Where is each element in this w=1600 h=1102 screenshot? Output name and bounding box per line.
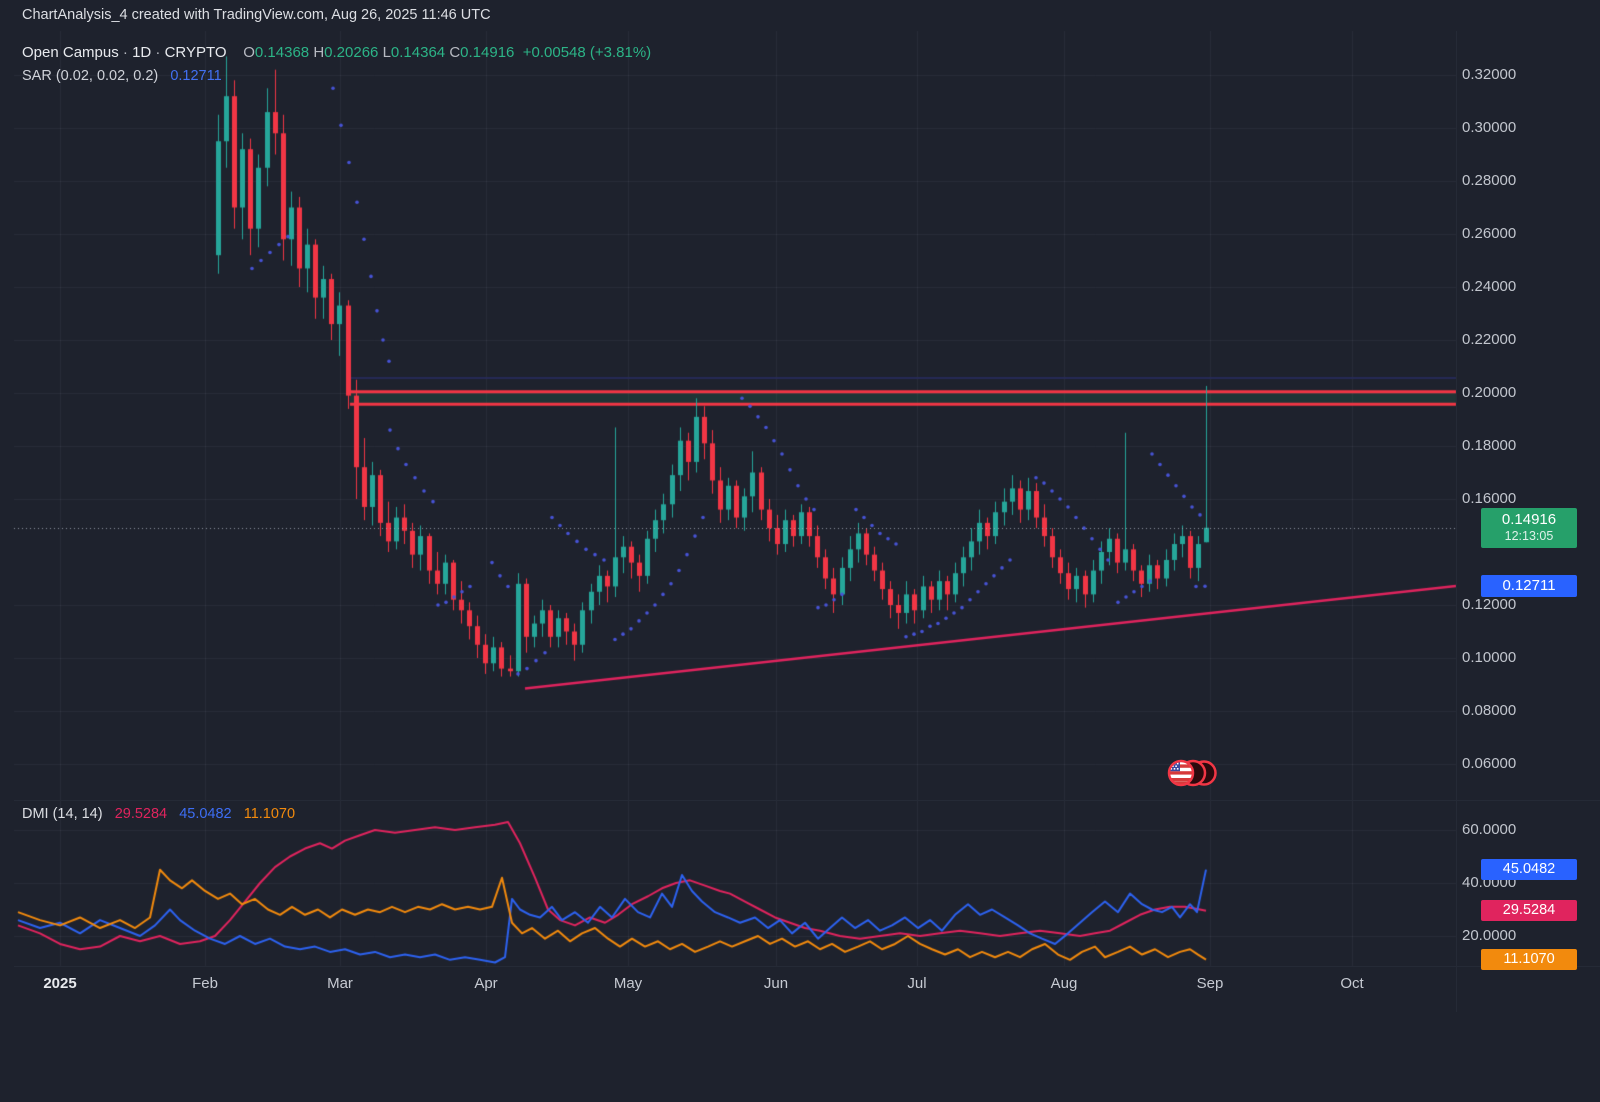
snapshot-header-bar: ChartAnalysis_4 created with TradingView… (0, 0, 1600, 31)
open-label: O (243, 44, 255, 61)
dmi-indicator-legend[interactable]: DMI (14, 14) 29.5284 45.0482 11.1070 (22, 806, 295, 822)
time-axis-label: 2025 (43, 975, 76, 992)
price-tick-label: 0.18000 (1462, 437, 1572, 455)
change-value: +0.00548 (+3.81%) (523, 44, 651, 61)
dmi-minusdi-value: 11.1070 (244, 806, 295, 822)
low-label: L (383, 44, 391, 61)
tradingview-chart-window: { "frame": { "tagline": "ChartAnalysis_4… (0, 0, 1600, 1102)
time-axis-label: Feb (192, 975, 218, 992)
time-axis-divider[interactable] (14, 966, 1600, 967)
snapshot-tagline: ChartAnalysis_4 created with TradingView… (22, 7, 491, 23)
dmi-adx-badge: 29.5284 (1481, 900, 1577, 921)
time-axis-label: Apr (474, 975, 497, 992)
time-axis-label: Aug (1051, 975, 1078, 992)
open-value: 0.14368 (255, 44, 309, 61)
sar-label[interactable]: SAR (0.02, 0.02, 0.2) (22, 68, 158, 84)
bar-countdown: 12:13:05 (1481, 529, 1577, 544)
time-axis-label: Jul (907, 975, 926, 992)
price-chart-canvas[interactable] (0, 0, 1600, 1102)
time-axis-label: Jun (764, 975, 788, 992)
dmi-adx-value: 29.5284 (115, 806, 167, 822)
sar-indicator-legend[interactable]: SAR (0.02, 0.02, 0.2) 0.12711 (22, 68, 222, 84)
time-axis-label: Sep (1197, 975, 1224, 992)
price-tick-label: 0.22000 (1462, 331, 1572, 349)
dmi-plusdi-badge: 45.0482 (1481, 859, 1577, 880)
economic-events-flag-icon[interactable] (1164, 756, 1220, 790)
close-value: 0.14916 (460, 44, 514, 61)
low-value: 0.14364 (391, 44, 445, 61)
price-tick-label: 0.20000 (1462, 384, 1572, 402)
price-tick-label: 0.10000 (1462, 649, 1572, 667)
sar-value-badge: 0.12711 (1481, 575, 1577, 597)
time-axis-label: Mar (327, 975, 353, 992)
high-value: 0.20266 (324, 44, 378, 61)
price-scale-divider[interactable] (1456, 31, 1457, 1012)
price-tick-label: 0.08000 (1462, 702, 1572, 720)
price-tick-label: 0.32000 (1462, 66, 1572, 84)
time-axis-label: Oct (1340, 975, 1363, 992)
price-tick-label: 0.26000 (1462, 225, 1572, 243)
dmi-minusdi-badge: 11.1070 (1481, 949, 1577, 970)
price-tick-label: 0.12000 (1462, 596, 1572, 614)
interval-label[interactable]: 1D (132, 44, 151, 61)
dmi-tick-label: 60.0000 (1462, 821, 1572, 839)
price-tick-label: 0.30000 (1462, 119, 1572, 137)
symbol-legend[interactable]: Open Campus · 1D · CRYPTO O0.14368 H0.20… (22, 44, 651, 61)
sar-value: 0.12711 (170, 68, 221, 84)
exchange-label: CRYPTO (165, 44, 227, 61)
pane-divider[interactable] (14, 800, 1600, 801)
dmi-label[interactable]: DMI (14, 14) (22, 806, 103, 822)
dmi-plusdi-value: 45.0482 (179, 806, 231, 822)
high-label: H (313, 44, 324, 61)
price-tick-label: 0.24000 (1462, 278, 1572, 296)
brand-footer-bar: TradingView (0, 1012, 1600, 1102)
price-tick-label: 0.06000 (1462, 755, 1572, 773)
close-label: C (449, 44, 460, 61)
dmi-tick-label: 20.0000 (1462, 927, 1572, 945)
last-price-badge: 0.14916 12:13:05 (1481, 508, 1577, 548)
price-tick-label: 0.16000 (1462, 490, 1572, 508)
last-price-value: 0.14916 (1481, 511, 1577, 529)
price-tick-label: 0.28000 (1462, 172, 1572, 190)
time-axis-label: May (614, 975, 642, 992)
symbol-name[interactable]: Open Campus (22, 44, 119, 61)
